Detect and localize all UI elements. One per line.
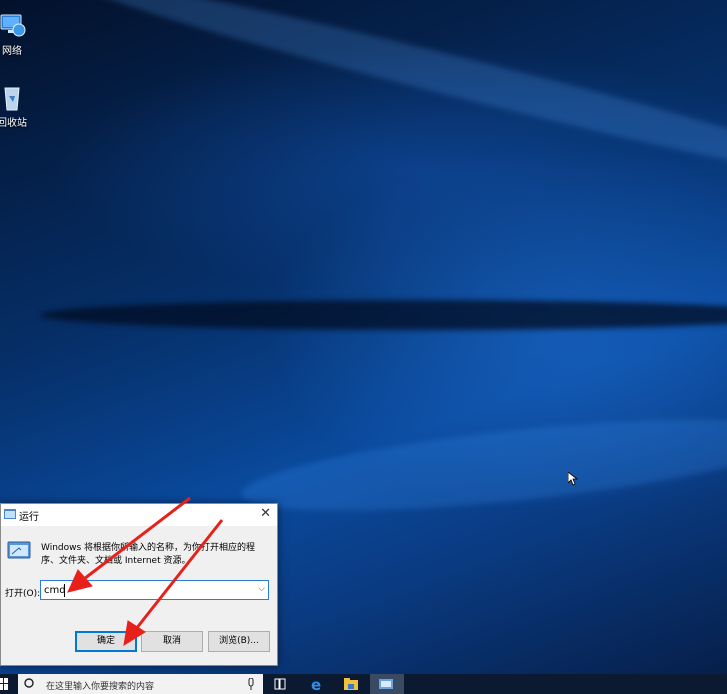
taskbar-active-app[interactable] [370,674,404,694]
run-dialog-description: Windows 将根据你所输入的名称，为你打开相应的程序、文件夹、文档或 Int… [41,543,256,566]
wallpaper-dark-band [40,300,727,330]
run-dialog: 运行 ✕ Windows 将根据你所输入的名称，为你打开相应的程序、文件夹、文档… [0,503,278,666]
close-icon[interactable]: ✕ [260,506,271,521]
windows-start-icon[interactable] [0,678,8,690]
wallpaper-light-beam [237,400,727,530]
desktop-icon-recycle-bin[interactable]: 回收站 [0,84,32,129]
taskbar-search-box[interactable]: 在这里输入你要搜索的内容 [18,674,263,694]
wallpaper-light-beam [67,0,727,199]
search-placeholder: 在这里输入你要搜索的内容 [46,682,155,692]
cancel-button[interactable]: 取消 [141,631,203,652]
file-explorer-icon[interactable] [343,676,359,692]
open-label: 打开(O): [5,589,41,599]
network-icon [0,12,27,40]
run-icon [4,509,16,519]
browse-button[interactable]: 浏览(B)... [208,631,270,652]
run-icon [379,679,393,689]
mouse-cursor-icon [568,472,578,486]
open-input-value: cmd [44,585,66,596]
chevron-down-icon[interactable]: ⌵ [258,584,265,594]
ok-button[interactable]: 确定 [75,631,137,652]
svg-text:e: e [311,676,321,692]
desktop-icon-label: 网络 [2,46,22,57]
task-view-icon[interactable] [272,676,288,692]
text-caret [64,584,65,597]
run-icon [7,541,31,559]
taskbar: 在这里输入你要搜索的内容 e [0,674,727,694]
open-input[interactable]: cmd ⌵ [40,580,269,600]
desktop-icon-network[interactable]: 网络 [0,12,32,57]
microphone-icon[interactable] [247,678,255,690]
run-dialog-titlebar[interactable]: 运行 ✕ [1,504,277,526]
search-icon [24,678,34,688]
edge-icon[interactable]: e [309,676,325,692]
run-dialog-title: 运行 [19,512,39,523]
recycle-bin-icon [0,84,27,112]
desktop-icon-label: 回收站 [0,118,27,129]
